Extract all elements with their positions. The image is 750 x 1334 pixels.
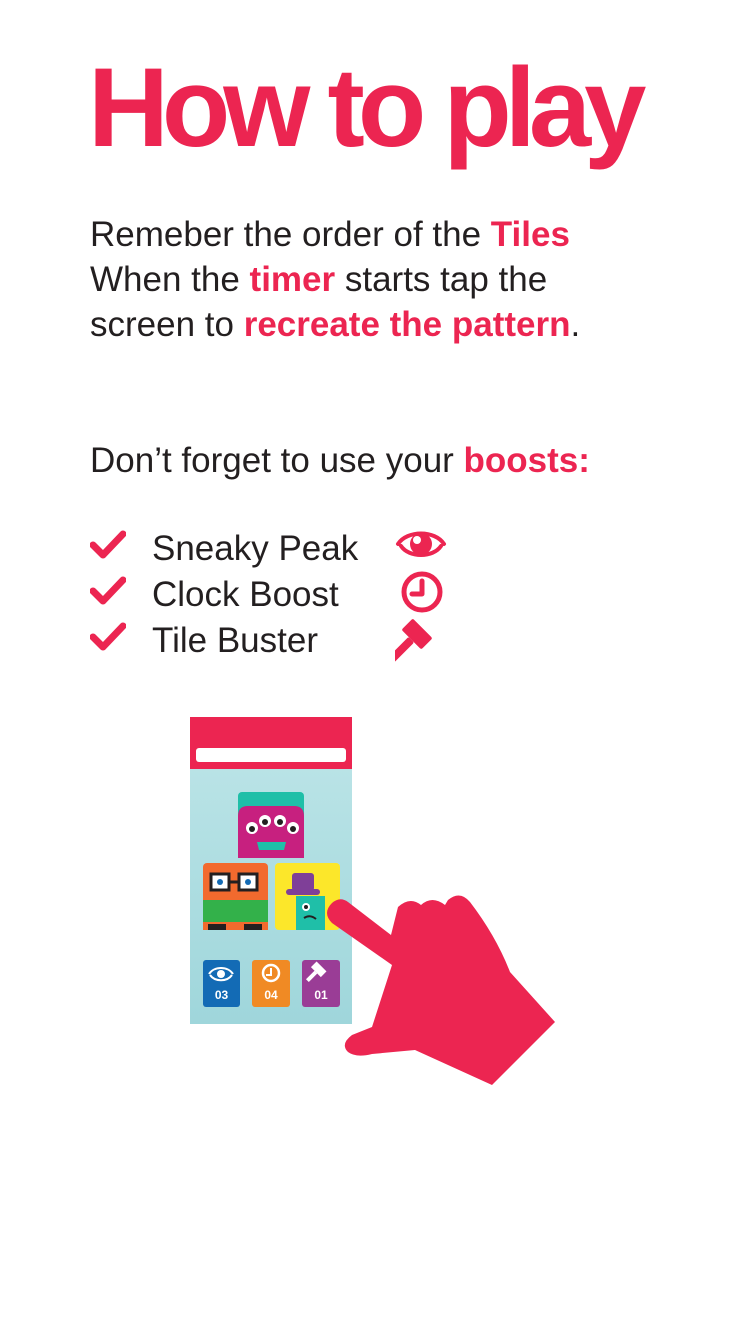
phone-boost-count-sneaky: 03 xyxy=(214,988,229,1002)
monster-tile-magenta xyxy=(238,792,304,858)
phone-boost-count-clock: 04 xyxy=(264,988,278,1002)
pointing-hand xyxy=(327,895,555,1085)
phone-illustration xyxy=(190,717,555,1085)
monster-tile-orange xyxy=(203,863,268,930)
phone-boost-count-hammer: 01 xyxy=(314,988,328,1002)
